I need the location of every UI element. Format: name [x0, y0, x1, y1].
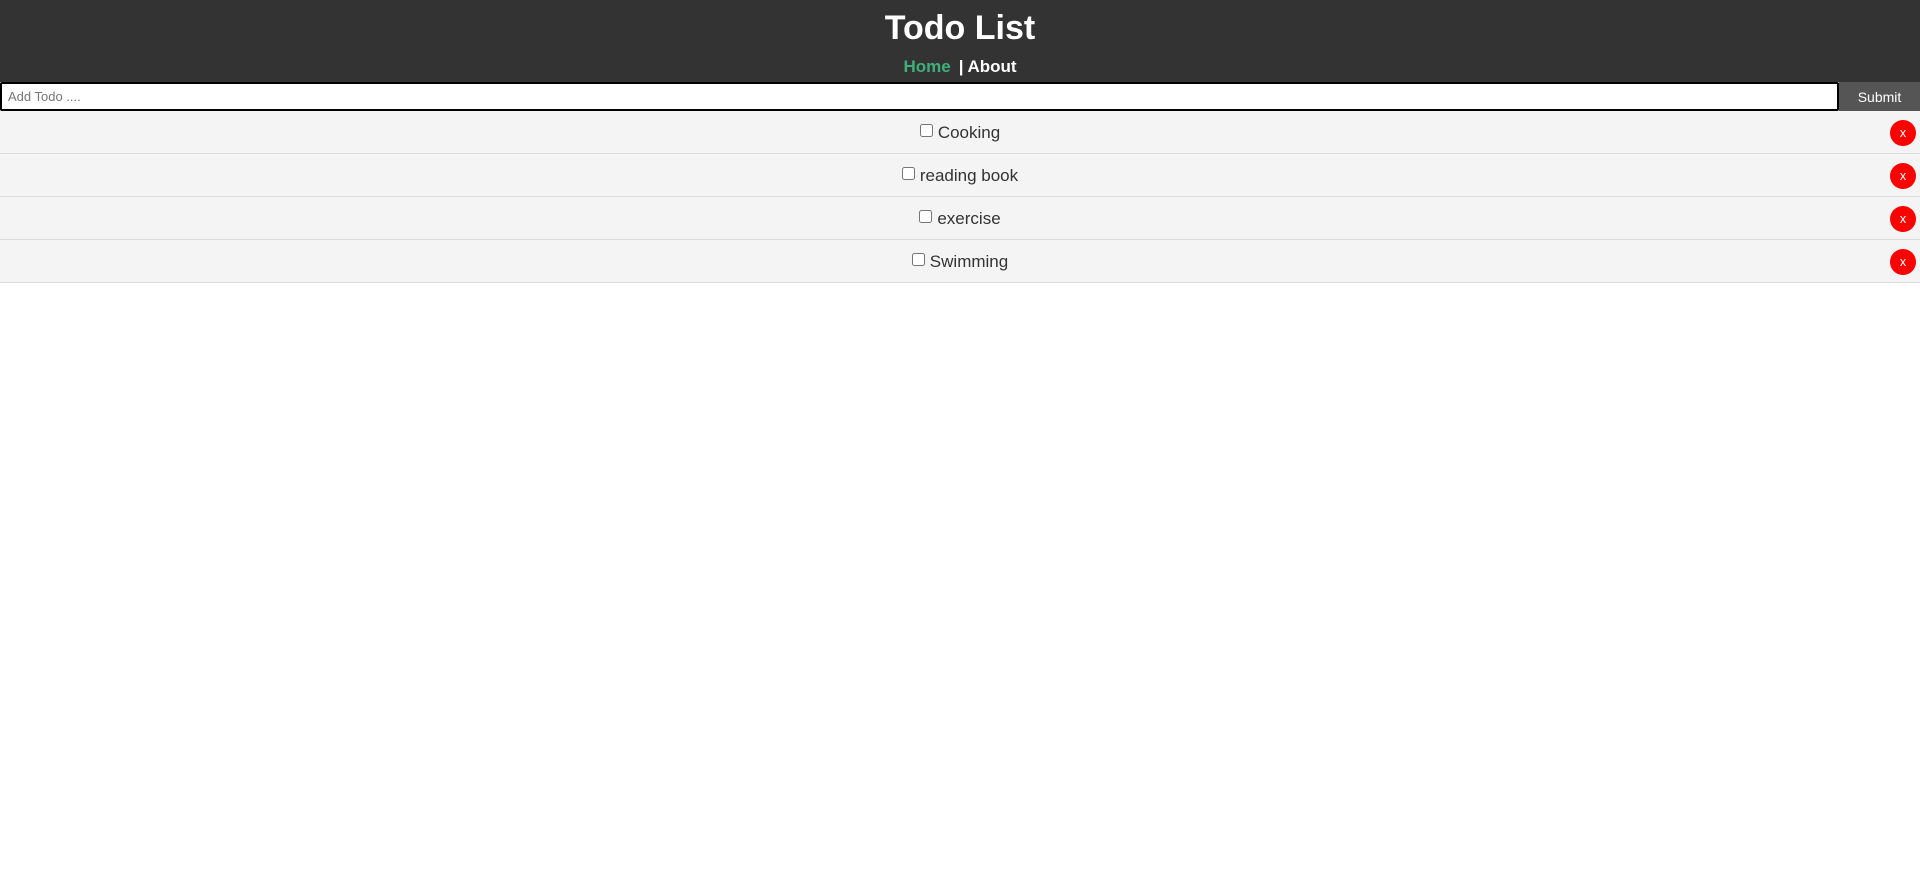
todo-checkbox[interactable]	[919, 210, 933, 223]
delete-todo-button[interactable]: x	[1890, 120, 1916, 146]
todo-checkbox[interactable]	[919, 124, 933, 137]
todo-item: reading book x	[0, 154, 1920, 197]
nav-separator: |	[958, 57, 964, 76]
delete-todo-button[interactable]: x	[1890, 163, 1916, 189]
nav-link-about[interactable]: About	[967, 57, 1016, 76]
todo-title: Cooking	[937, 123, 1001, 142]
delete-todo-button[interactable]: x	[1890, 249, 1916, 275]
todo-checkbox[interactable]	[901, 167, 915, 180]
todo-item: Cooking x	[0, 111, 1920, 154]
todo-item: Swimming x	[0, 240, 1920, 283]
page-title: Todo List	[884, 9, 1036, 47]
main-nav: Home | About	[0, 56, 1920, 78]
todo-list: Cooking x reading book x exercise x Swim…	[0, 111, 1920, 283]
todo-label: Swimming	[911, 252, 1009, 272]
add-todo-input[interactable]	[0, 82, 1839, 111]
todo-title: exercise	[937, 209, 1001, 228]
todo-item: exercise x	[0, 197, 1920, 240]
todo-title: reading book	[919, 166, 1019, 185]
todo-title: Swimming	[929, 252, 1009, 271]
add-todo-form: Submit	[0, 82, 1920, 111]
submit-button[interactable]: Submit	[1839, 82, 1920, 111]
app-header: Todo List Home | About	[0, 0, 1920, 82]
todo-label: exercise	[919, 209, 1001, 229]
todo-label: Cooking	[919, 123, 1001, 143]
todo-label: reading book	[901, 166, 1019, 186]
delete-todo-button[interactable]: x	[1890, 206, 1916, 232]
nav-link-home[interactable]: Home	[903, 57, 950, 76]
todo-checkbox[interactable]	[911, 253, 925, 266]
